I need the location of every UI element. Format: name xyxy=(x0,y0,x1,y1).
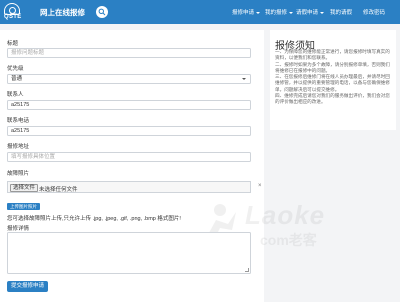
choose-file-button[interactable]: 选择文件 xyxy=(10,183,39,192)
upload-photo-button[interactable]: 上传图片照片 xyxy=(7,203,40,210)
file-upload-row: 选择文件 未选择任何文件 xyxy=(7,181,251,193)
nav-label: 我的报修 xyxy=(265,10,288,16)
nav-my-leave[interactable]: 我的请假 xyxy=(330,8,352,16)
nav-label: 修改密码 xyxy=(363,10,386,16)
resize-handle-icon[interactable] xyxy=(245,268,249,272)
search-button[interactable] xyxy=(96,6,108,18)
nav-change-password[interactable]: 修改密码 xyxy=(363,8,385,16)
search-icon xyxy=(98,8,106,16)
nav-label: 我的请假 xyxy=(330,10,353,16)
nav-label: 请假申请 xyxy=(296,10,319,16)
contact-input[interactable]: a25175 xyxy=(7,100,251,110)
close-icon[interactable]: × xyxy=(258,183,262,189)
detail-textarea[interactable] xyxy=(7,232,251,274)
contact-label: 联系人 xyxy=(7,92,24,98)
site-brand[interactable]: 网上在线报修 xyxy=(40,7,85,18)
notice-line: 二、报修时如果为多个故障，请分别报修单填，否则我们将维修已在报修中的问题。 xyxy=(275,61,390,73)
phone-label: 联系电话 xyxy=(7,118,30,124)
phone-input[interactable]: a25175 xyxy=(7,126,251,136)
chevron-down-icon xyxy=(255,11,260,14)
notice-line: 三、在您报修后维修门将在线人员办理最后，并请尽时回维修管，并以提供的重要管理的电… xyxy=(275,74,390,92)
notice-panel: 报修须知 一、为保障您的维修能正常进行，请您报修时填写真实的资料，以便我们和您联… xyxy=(270,30,396,130)
file-status: 未选择任何文件 xyxy=(39,187,78,193)
priority-select[interactable]: 普通 xyxy=(7,74,251,84)
submit-repair-button[interactable]: 提交报修申请 xyxy=(7,281,49,292)
title-label: 标题 xyxy=(7,41,19,47)
detail-label: 报修详情 xyxy=(7,226,30,232)
photo-label: 故障照片 xyxy=(7,171,30,177)
notice-body: 一、为保障您的维修能正常进行，请您报修时填写真实的资料，以便我们和您联系。 二、… xyxy=(275,49,392,106)
site-logo[interactable]: QSTE xyxy=(4,3,40,21)
notice-line: 一、为保障您的维修能正常进行，请您报修时填写真实的资料，以便我们和您联系。 xyxy=(275,49,390,61)
title-input[interactable]: 报修问题标题 xyxy=(7,48,251,58)
chevron-down-icon xyxy=(242,78,246,80)
priority-label: 优先级 xyxy=(7,66,24,72)
address-label: 报修地址 xyxy=(7,144,30,150)
chevron-down-icon xyxy=(288,11,293,14)
nav-leave-request[interactable]: 请假申请 xyxy=(296,8,324,16)
watermark-subtext: com老客 xyxy=(260,232,317,248)
nav-my-repairs[interactable]: 我的报修 xyxy=(265,8,293,16)
notice-line: 四、维修完成后请您对我们的服务做出评价，我们会对您的评价做出相应的改进。 xyxy=(275,93,390,105)
chevron-down-icon xyxy=(319,11,324,14)
top-navbar: QSTE 网上在线报修 报修申请 我的报修 请假申请 我的请假 修改密码 xyxy=(0,0,400,24)
logo-text: QSTE xyxy=(4,14,22,20)
upload-label: 上传图片照片 xyxy=(10,204,37,209)
nav-repair-request[interactable]: 报修申请 xyxy=(232,8,260,16)
upload-hint: 您可选择故障照片上传,只允许上传 .jpg, .jpeg, .gif, .png… xyxy=(7,216,181,222)
priority-value: 普通 xyxy=(11,76,23,82)
nav-label: 报修申请 xyxy=(232,10,255,16)
address-input[interactable]: 填写报修具体位置 xyxy=(7,152,251,162)
